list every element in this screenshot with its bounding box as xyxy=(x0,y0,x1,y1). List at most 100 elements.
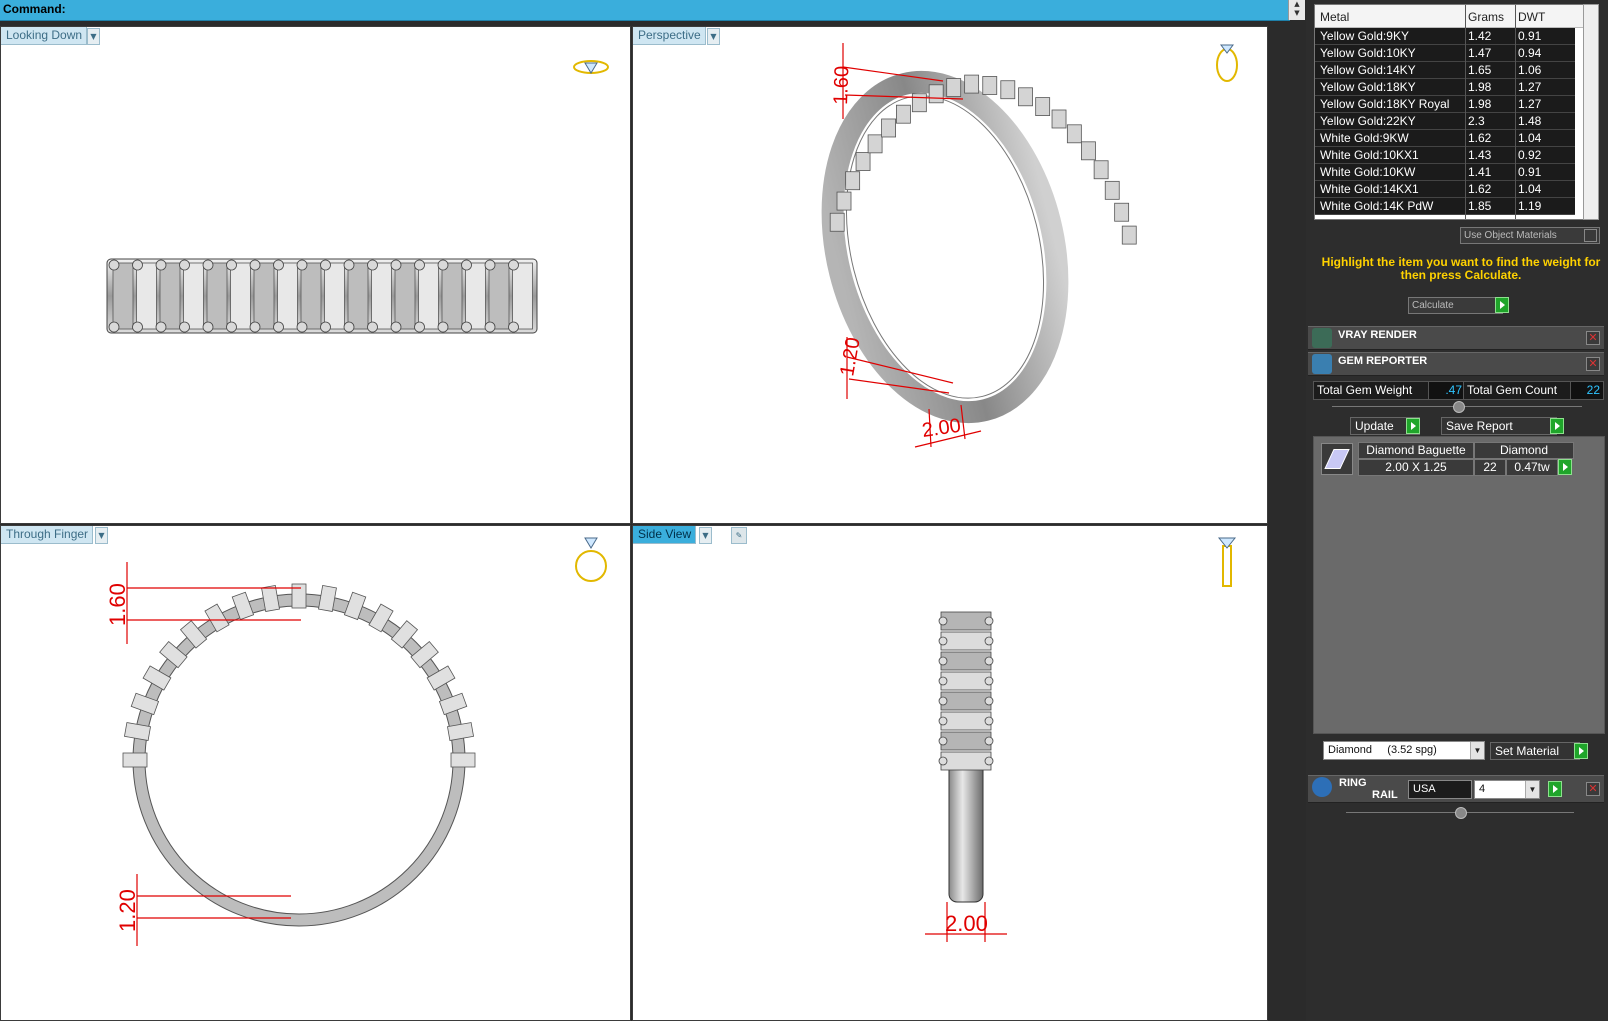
metal-name: Yellow Gold:22KY xyxy=(1320,114,1416,128)
calculate-go-icon[interactable] xyxy=(1495,297,1509,313)
material-select[interactable]: Diamond (3.52 spg) ▼ xyxy=(1323,741,1485,760)
metal-grams: 1.62 xyxy=(1468,182,1492,196)
gem-list[interactable]: Diamond Baguette Diamond 2.00 X 1.25 22 … xyxy=(1313,436,1605,734)
metal-table-row[interactable]: Yellow Gold:22KY 2.3 1.48 xyxy=(1315,113,1575,130)
command-scroll[interactable]: ▲ ▼ xyxy=(1288,0,1305,20)
use-object-materials-button[interactable]: Use Object Materials xyxy=(1460,227,1600,244)
total-gem-count-label: Total Gem Count xyxy=(1463,381,1573,400)
metal-name: Yellow Gold:18KY Royal xyxy=(1320,97,1450,111)
perspective-ring-render: 1.60 1.20 2.00 xyxy=(821,43,1238,448)
metal-dwt: 1.19 xyxy=(1518,199,1542,213)
total-gem-count-value: 22 xyxy=(1570,381,1604,400)
metal-table-row[interactable]: White Gold:9KW 1.62 1.04 xyxy=(1315,130,1575,147)
calculate-hint: Highlight the item you want to find the … xyxy=(1321,255,1601,282)
metal-table-row[interactable]: White Gold:14K PdW 1.85 1.19 xyxy=(1315,198,1575,215)
metal-table-row[interactable]: White Gold:10KX1 1.43 0.92 xyxy=(1315,147,1575,164)
metal-dwt: 1.27 xyxy=(1518,97,1542,111)
metal-table-scrollbar[interactable] xyxy=(1583,4,1599,220)
vray-render-section[interactable]: VRAY RENDER ✕ xyxy=(1308,326,1604,350)
chevron-down-icon[interactable]: ▼ xyxy=(1470,742,1484,759)
use-object-materials-label: Use Object Materials xyxy=(1464,230,1557,241)
set-material-label: Set Material xyxy=(1495,744,1560,758)
country-select[interactable]: USA xyxy=(1408,780,1472,799)
metal-dwt: 1.06 xyxy=(1518,63,1542,77)
save-report-label: Save Report xyxy=(1446,419,1513,433)
material-select-value: Diamond (3.52 spg) xyxy=(1328,744,1437,756)
metal-grams: 1.98 xyxy=(1468,80,1492,94)
metal-name: White Gold:10KX1 xyxy=(1320,148,1419,162)
ring-rail-title-2: RAIL xyxy=(1372,789,1398,801)
metal-grams: 1.47 xyxy=(1468,46,1492,60)
viewport-looking-down[interactable]: Looking Down ▼ xyxy=(0,26,631,524)
total-gem-weight-label: Total Gem Weight xyxy=(1313,381,1429,400)
metal-grams: 2.3 xyxy=(1468,114,1485,128)
gem-go-icon[interactable] xyxy=(1558,459,1572,475)
close-icon[interactable]: ✕ xyxy=(1586,782,1600,796)
save-report-button[interactable]: Save Report xyxy=(1441,417,1557,435)
ring-icon xyxy=(573,60,609,74)
gem-material: Diamond xyxy=(1474,442,1574,459)
baguette-gem-icon xyxy=(1321,443,1353,475)
gem-reporter-title: GEM REPORTER xyxy=(1338,355,1428,367)
update-go-icon[interactable] xyxy=(1406,418,1420,434)
dimension-label: 2.00 xyxy=(921,415,963,442)
calculate-label: Calculate xyxy=(1412,300,1454,311)
command-bar[interactable]: Command: ▲ ▼ xyxy=(0,0,1305,21)
metal-table-row[interactable]: Yellow Gold:10KY 1.47 0.94 xyxy=(1315,45,1575,62)
metal-table-row[interactable]: White Gold:10KW 1.41 0.91 xyxy=(1315,164,1575,181)
update-label: Update xyxy=(1355,419,1394,433)
gem-name: Diamond Baguette xyxy=(1358,442,1474,459)
command-label: Command: xyxy=(3,2,66,16)
vray-render-title: VRAY RENDER xyxy=(1338,329,1417,341)
metal-table-row[interactable]: Yellow Gold:9KY 1.42 0.91 xyxy=(1315,28,1575,45)
set-material-button[interactable]: Set Material xyxy=(1490,742,1580,760)
metal-dwt: 0.94 xyxy=(1518,46,1542,60)
metal-name: White Gold:9KW xyxy=(1320,131,1409,145)
header-dwt: DWT xyxy=(1518,10,1546,24)
metal-grams: 1.98 xyxy=(1468,97,1492,111)
close-icon[interactable]: ✕ xyxy=(1586,357,1600,371)
metal-name: White Gold:14KX1 xyxy=(1320,182,1419,196)
metal-dwt: 1.48 xyxy=(1518,114,1542,128)
metal-grams: 1.41 xyxy=(1468,165,1492,179)
dimension-label: 1.60 xyxy=(105,583,130,626)
collapse-handle-icon[interactable] xyxy=(1453,401,1465,413)
dimension-label: 1.60 xyxy=(830,65,853,105)
metal-table-row[interactable]: Yellow Gold:14KY 1.65 1.06 xyxy=(1315,62,1575,79)
metal-name: Yellow Gold:10KY xyxy=(1320,46,1416,60)
metal-dwt: 0.92 xyxy=(1518,148,1542,162)
dimension-label: 2.00 xyxy=(945,911,988,936)
chevron-down-icon[interactable]: ▼ xyxy=(1525,781,1539,798)
ring-icon xyxy=(1217,537,1237,587)
viewport-through-finger[interactable]: Through Finger ▼ 1.60 1.20 xyxy=(0,525,631,1021)
gem-reporter-section[interactable]: GEM REPORTER ✕ xyxy=(1308,352,1604,376)
calculate-button[interactable]: Calculate xyxy=(1408,297,1503,314)
metal-table-header: Metal Grams DWT xyxy=(1315,5,1585,28)
metal-dwt: 1.04 xyxy=(1518,131,1542,145)
metal-table-row[interactable]: Yellow Gold:18KY Royal 1.98 1.27 xyxy=(1315,96,1575,113)
total-gem-weight-value: .47 xyxy=(1428,381,1466,400)
metal-name: Yellow Gold:18KY xyxy=(1320,80,1416,94)
gem-reporter-icon xyxy=(1312,354,1332,374)
metal-name: Yellow Gold:9KY xyxy=(1320,29,1409,43)
ring-rail-go-icon[interactable] xyxy=(1548,781,1562,797)
set-material-go-icon[interactable] xyxy=(1574,743,1588,759)
metal-table-row[interactable]: Yellow Gold:18KY 1.98 1.27 xyxy=(1315,79,1575,96)
save-report-go-icon[interactable] xyxy=(1550,418,1564,434)
viewport-perspective[interactable]: Perspective ▼ 1.60 1.20 2.00 xyxy=(632,26,1268,524)
metal-table-row[interactable]: White Gold:14KX1 1.62 1.04 xyxy=(1315,181,1575,198)
metal-dwt: 1.04 xyxy=(1518,182,1542,196)
metal-weight-table[interactable]: Metal Grams DWT Yellow Gold:9KY 1.42 0.91 Y… xyxy=(1314,4,1586,220)
metal-name: White Gold:14K PdW xyxy=(1320,199,1434,213)
ring-size-select[interactable]: 4 ▼ xyxy=(1474,780,1540,799)
close-icon[interactable]: ✕ xyxy=(1586,331,1600,345)
top-view-ring-render xyxy=(106,60,609,334)
side-ring-render: 2.00 xyxy=(925,537,1237,942)
metal-dwt: 0.91 xyxy=(1518,165,1542,179)
ring-size-value: 4 xyxy=(1479,783,1486,795)
collapse-handle-icon[interactable] xyxy=(1455,807,1467,819)
ring-rail-title-1: RING xyxy=(1339,777,1367,789)
header-grams: Grams xyxy=(1468,10,1504,24)
checkbox-icon[interactable] xyxy=(1584,229,1597,242)
viewport-side-view[interactable]: Side View ▼ ✎ 2.00 xyxy=(632,525,1268,1021)
